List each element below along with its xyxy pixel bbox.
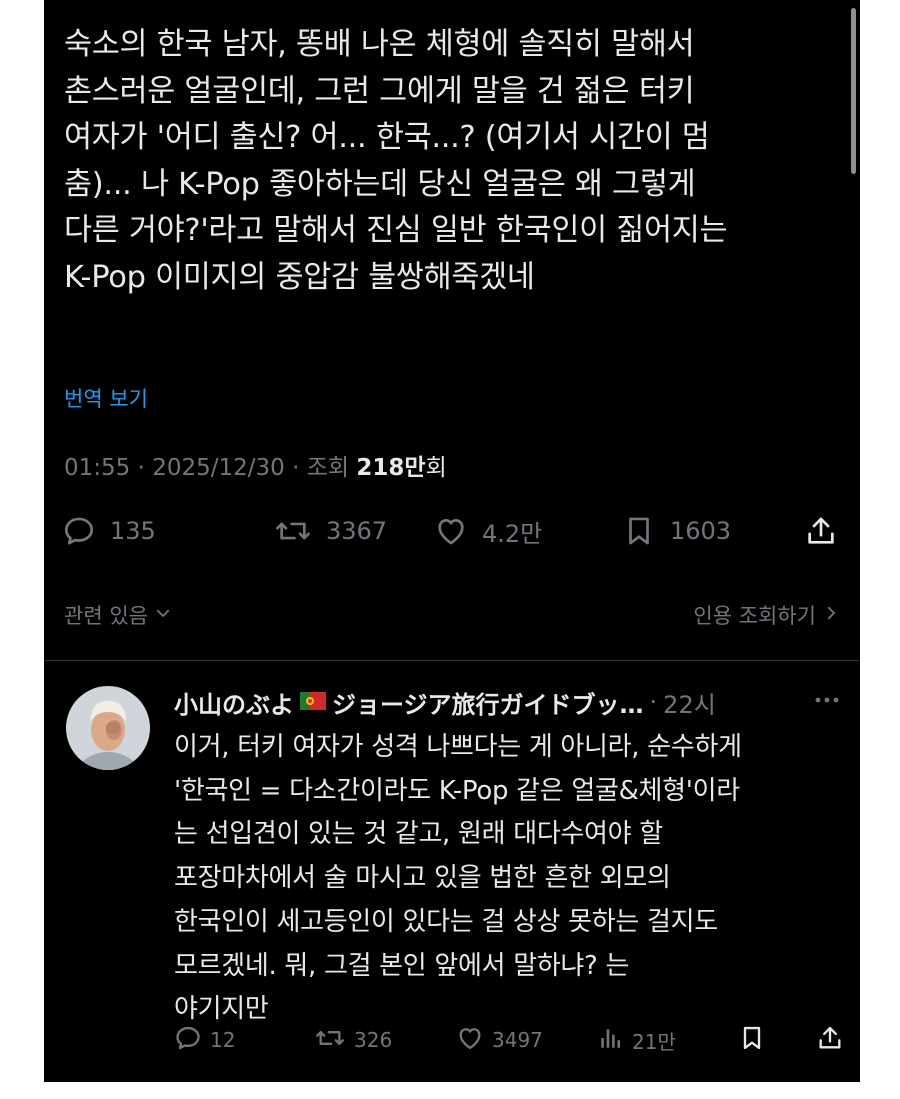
reply-action-bar: 12 326 3497 21만 bbox=[174, 1022, 844, 1058]
reply-like-button[interactable]: 3497 bbox=[456, 1022, 543, 1058]
related-toggle[interactable]: 관련 있음 bbox=[64, 600, 172, 630]
share-button[interactable] bbox=[804, 509, 838, 553]
tweet-detail-screen: 숙소의 한국 남자, 똥배 나온 체형에 솔직히 말해서 촌스러운 얼굴인데, … bbox=[44, 0, 860, 1082]
related-row: 관련 있음 인용 조회하기 bbox=[64, 598, 840, 632]
quote-views-label: 인용 조회하기 bbox=[693, 604, 816, 628]
reply-bookmark-button[interactable] bbox=[738, 1022, 766, 1058]
heart-icon bbox=[434, 514, 468, 548]
post-date: 2025/12/30 bbox=[152, 455, 285, 481]
reply-text: 이거, 터키 여자가 성격 나쁘다는 게 아니라, 순수하게 '한국인 = 다소… bbox=[174, 732, 742, 1025]
meta-separator: · bbox=[137, 455, 145, 481]
share-upload-icon bbox=[804, 514, 838, 548]
more-dots-icon[interactable] bbox=[812, 690, 842, 714]
bookmark-icon bbox=[738, 1024, 766, 1057]
reply-reply-button[interactable]: 12 bbox=[174, 1022, 235, 1058]
avatar[interactable] bbox=[66, 686, 150, 770]
bar-chart-icon bbox=[598, 1024, 624, 1057]
bookmark-count: 1603 bbox=[670, 517, 732, 545]
repost-arrows-icon bbox=[274, 514, 312, 548]
translate-link[interactable]: 번역 보기 bbox=[64, 383, 148, 413]
reply-author-name[interactable]: 小山のぶよ bbox=[174, 685, 294, 720]
chevron-right-icon bbox=[816, 603, 840, 627]
repost-button[interactable]: 3367 bbox=[274, 509, 387, 553]
reply-author-bio[interactable]: ジョージア旅行ガイドブッ… bbox=[332, 685, 644, 720]
share-upload-icon bbox=[816, 1024, 844, 1057]
post-time: 01:55 bbox=[64, 455, 131, 481]
bookmark-button[interactable]: 1603 bbox=[622, 509, 731, 553]
reply-reply-count: 12 bbox=[210, 1028, 236, 1052]
meta-separator: · bbox=[292, 455, 300, 481]
views-unit: 회 bbox=[425, 455, 447, 481]
repost-count: 3367 bbox=[326, 517, 388, 545]
reply-separator: · bbox=[649, 688, 658, 716]
related-label: 관련 있음 bbox=[64, 604, 148, 628]
reply-repost-button[interactable]: 326 bbox=[314, 1022, 392, 1058]
portugal-flag-icon bbox=[300, 688, 326, 716]
bookmark-icon bbox=[622, 514, 656, 548]
reply-repost-count: 326 bbox=[354, 1028, 393, 1052]
post-meta: 01:55 · 2025/12/30 · 조회 218만회 bbox=[64, 448, 447, 482]
like-button[interactable]: 4.2만 bbox=[434, 509, 542, 553]
reply-views-count: 21만 bbox=[632, 1029, 676, 1054]
post-text: 숙소의 한국 남자, 똥배 나온 체형에 솔직히 말해서 촌스러운 얼굴인데, … bbox=[64, 27, 728, 295]
reply-count: 135 bbox=[110, 517, 156, 545]
post-action-bar: 135 3367 4.2만 1603 bbox=[62, 509, 840, 553]
divider bbox=[44, 660, 860, 661]
repost-arrows-icon bbox=[314, 1024, 346, 1057]
views-count[interactable]: 218만 bbox=[356, 455, 425, 481]
reply-share-button[interactable] bbox=[816, 1022, 844, 1058]
reply-views-button[interactable]: 21만 bbox=[598, 1022, 676, 1058]
reply-button[interactable]: 135 bbox=[62, 509, 156, 553]
like-count: 4.2만 bbox=[482, 519, 543, 548]
chevron-down-icon bbox=[148, 603, 172, 627]
quote-views-link[interactable]: 인용 조회하기 bbox=[693, 600, 840, 630]
speech-bubble-icon bbox=[62, 514, 96, 548]
reply-like-count: 3497 bbox=[492, 1028, 543, 1052]
heart-icon bbox=[456, 1024, 484, 1057]
speech-bubble-icon bbox=[174, 1024, 202, 1057]
reply-header: 小山のぶよ ジョージア旅行ガイドブッ… · 22시 bbox=[174, 684, 844, 720]
views-label: 조회 bbox=[306, 455, 350, 481]
reply-time[interactable]: 22시 bbox=[663, 685, 716, 720]
